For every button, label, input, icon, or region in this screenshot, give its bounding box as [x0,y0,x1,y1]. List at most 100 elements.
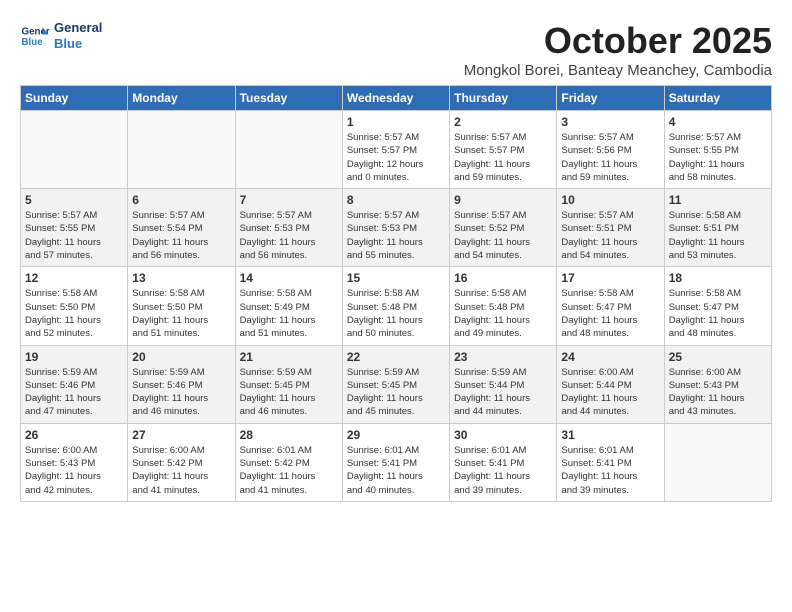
calendar-cell: 15 Sunrise: 5:58 AM Sunset: 5:48 PM Dayli… [342,267,449,345]
day-info: Sunrise: 5:59 AM Sunset: 5:44 PM Dayligh… [454,366,552,419]
day-number: 8 [347,193,445,207]
day-number: 10 [561,193,659,207]
logo-line1: General [54,20,102,36]
svg-text:Blue: Blue [22,37,44,48]
day-info: Sunrise: 5:57 AM Sunset: 5:53 PM Dayligh… [240,209,338,262]
calendar-cell: 13 Sunrise: 5:58 AM Sunset: 5:50 PM Dayli… [128,267,235,345]
calendar-cell: 17 Sunrise: 5:58 AM Sunset: 5:47 PM Dayli… [557,267,664,345]
calendar-cell: 25Sunrise: 6:00 AM Sunset: 5:43 PM Dayli… [664,345,771,423]
day-number: 3 [561,115,659,129]
calendar-cell: 8 Sunrise: 5:57 AM Sunset: 5:53 PM Daylig… [342,189,449,267]
calendar-cell: 20Sunrise: 5:59 AM Sunset: 5:46 PM Dayli… [128,345,235,423]
day-info: Sunrise: 5:57 AM Sunset: 5:55 PM Dayligh… [25,209,123,262]
day-number: 30 [454,428,552,442]
weekday-monday: Monday [128,86,235,111]
day-number: 18 [669,271,767,285]
calendar-cell: 29Sunrise: 6:01 AM Sunset: 5:41 PM Dayli… [342,423,449,501]
calendar-cell: 4 Sunrise: 5:57 AM Sunset: 5:55 PM Daylig… [664,111,771,189]
day-number: 22 [347,350,445,364]
weekday-header-row: SundayMondayTuesdayWednesdayThursdayFrid… [21,86,772,111]
calendar-cell: 27Sunrise: 6:00 AM Sunset: 5:42 PM Dayli… [128,423,235,501]
day-number: 7 [240,193,338,207]
week-row-5: 26 Sunrise: 6:00 AM Sunset: 5:43 PM Dayli… [21,423,772,501]
day-number: 21 [240,350,338,364]
calendar-cell: 2Sunrise: 5:57 AM Sunset: 5:57 PM Daylig… [450,111,557,189]
day-info: Sunrise: 5:57 AM Sunset: 5:56 PM Dayligh… [561,131,659,184]
logo: General Blue General Blue [20,20,102,51]
day-info: Sunrise: 5:58 AM Sunset: 5:50 PM Dayligh… [25,287,123,340]
location-subtitle: Mongkol Borei, Banteay Meanchey, Cambodi… [464,62,772,79]
calendar-cell [21,111,128,189]
day-info: Sunrise: 6:01 AM Sunset: 5:42 PM Dayligh… [240,444,338,497]
day-info: Sunrise: 6:01 AM Sunset: 5:41 PM Dayligh… [347,444,445,497]
day-info: Sunrise: 5:57 AM Sunset: 5:51 PM Dayligh… [561,209,659,262]
calendar-cell: 26 Sunrise: 6:00 AM Sunset: 5:43 PM Dayli… [21,423,128,501]
calendar-cell: 1 Sunrise: 5:57 AM Sunset: 5:57 PM Daylig… [342,111,449,189]
calendar-cell [128,111,235,189]
day-info: Sunrise: 5:58 AM Sunset: 5:51 PM Dayligh… [669,209,767,262]
day-number: 6 [132,193,230,207]
day-number: 4 [669,115,767,129]
calendar-cell: 14Sunrise: 5:58 AM Sunset: 5:49 PM Dayli… [235,267,342,345]
day-number: 26 [25,428,123,442]
calendar-cell: 19Sunrise: 5:59 AM Sunset: 5:46 PM Dayli… [21,345,128,423]
day-number: 27 [132,428,230,442]
day-info: Sunrise: 6:00 AM Sunset: 5:43 PM Dayligh… [25,444,123,497]
day-info: Sunrise: 5:57 AM Sunset: 5:55 PM Dayligh… [669,131,767,184]
day-number: 24 [561,350,659,364]
calendar-cell: 9Sunrise: 5:57 AM Sunset: 5:52 PM Daylig… [450,189,557,267]
weekday-wednesday: Wednesday [342,86,449,111]
calendar-cell: 24 Sunrise: 6:00 AM Sunset: 5:44 PM Dayli… [557,345,664,423]
day-info: Sunrise: 5:57 AM Sunset: 5:52 PM Dayligh… [454,209,552,262]
calendar-cell: 11Sunrise: 5:58 AM Sunset: 5:51 PM Dayli… [664,189,771,267]
day-info: Sunrise: 6:00 AM Sunset: 5:44 PM Dayligh… [561,366,659,419]
day-info: Sunrise: 6:01 AM Sunset: 5:41 PM Dayligh… [561,444,659,497]
day-info: Sunrise: 6:00 AM Sunset: 5:43 PM Dayligh… [669,366,767,419]
day-info: Sunrise: 5:58 AM Sunset: 5:50 PM Dayligh… [132,287,230,340]
week-row-2: 5 Sunrise: 5:57 AM Sunset: 5:55 PM Daylig… [21,189,772,267]
day-number: 1 [347,115,445,129]
calendar-cell: 18Sunrise: 5:58 AM Sunset: 5:47 PM Dayli… [664,267,771,345]
day-info: Sunrise: 5:57 AM Sunset: 5:57 PM Dayligh… [347,131,445,184]
week-row-1: 1 Sunrise: 5:57 AM Sunset: 5:57 PM Daylig… [21,111,772,189]
calendar-cell [235,111,342,189]
day-number: 13 [132,271,230,285]
calendar-cell: 7 Sunrise: 5:57 AM Sunset: 5:53 PM Daylig… [235,189,342,267]
day-number: 28 [240,428,338,442]
calendar-cell: 28 Sunrise: 6:01 AM Sunset: 5:42 PM Dayli… [235,423,342,501]
calendar-cell: 10 Sunrise: 5:57 AM Sunset: 5:51 PM Dayli… [557,189,664,267]
day-info: Sunrise: 5:59 AM Sunset: 5:45 PM Dayligh… [347,366,445,419]
day-info: Sunrise: 5:58 AM Sunset: 5:48 PM Dayligh… [347,287,445,340]
day-info: Sunrise: 5:58 AM Sunset: 5:47 PM Dayligh… [561,287,659,340]
calendar-cell: 23 Sunrise: 5:59 AM Sunset: 5:44 PM Dayli… [450,345,557,423]
calendar-cell: 21Sunrise: 5:59 AM Sunset: 5:45 PM Dayli… [235,345,342,423]
day-info: Sunrise: 5:57 AM Sunset: 5:53 PM Dayligh… [347,209,445,262]
day-number: 19 [25,350,123,364]
day-number: 17 [561,271,659,285]
calendar-cell: 5 Sunrise: 5:57 AM Sunset: 5:55 PM Daylig… [21,189,128,267]
calendar-cell: 22 Sunrise: 5:59 AM Sunset: 5:45 PM Dayli… [342,345,449,423]
day-number: 5 [25,193,123,207]
weekday-friday: Friday [557,86,664,111]
calendar-body: 1 Sunrise: 5:57 AM Sunset: 5:57 PM Daylig… [21,111,772,502]
day-number: 23 [454,350,552,364]
weekday-sunday: Sunday [21,86,128,111]
calendar-table: SundayMondayTuesdayWednesdayThursdayFrid… [20,85,772,502]
week-row-3: 12Sunrise: 5:58 AM Sunset: 5:50 PM Dayli… [21,267,772,345]
week-row-4: 19Sunrise: 5:59 AM Sunset: 5:46 PM Dayli… [21,345,772,423]
calendar-cell: 6Sunrise: 5:57 AM Sunset: 5:54 PM Daylig… [128,189,235,267]
day-number: 2 [454,115,552,129]
calendar-cell: 3 Sunrise: 5:57 AM Sunset: 5:56 PM Daylig… [557,111,664,189]
title-section: October 2025 Mongkol Borei, Banteay Mean… [464,20,772,79]
calendar-cell: 30 Sunrise: 6:01 AM Sunset: 5:41 PM Dayli… [450,423,557,501]
calendar-cell: 12Sunrise: 5:58 AM Sunset: 5:50 PM Dayli… [21,267,128,345]
day-number: 20 [132,350,230,364]
day-number: 31 [561,428,659,442]
logo-text: General Blue [54,20,102,51]
day-info: Sunrise: 5:58 AM Sunset: 5:49 PM Dayligh… [240,287,338,340]
day-number: 16 [454,271,552,285]
day-number: 15 [347,271,445,285]
calendar-cell: 31 Sunrise: 6:01 AM Sunset: 5:41 PM Dayli… [557,423,664,501]
day-info: Sunrise: 6:01 AM Sunset: 5:41 PM Dayligh… [454,444,552,497]
logo-line2: Blue [54,36,102,52]
